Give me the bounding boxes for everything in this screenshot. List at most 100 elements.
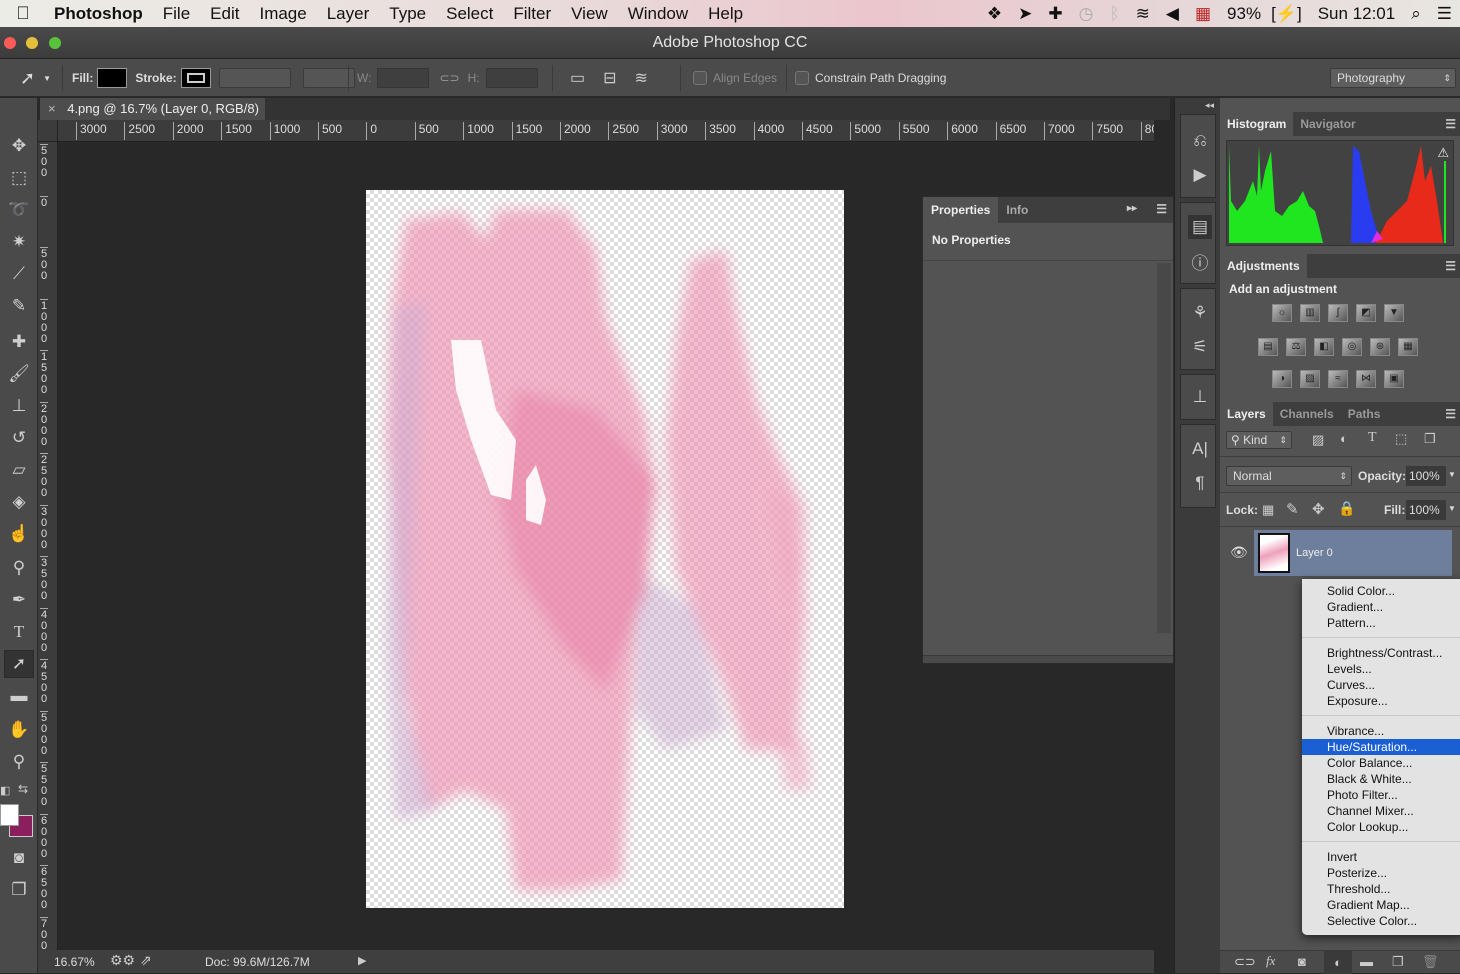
tab-properties[interactable]: Properties <box>923 197 999 223</box>
filter-type-icon[interactable]: T <box>1368 430 1377 446</box>
menu-item-channel-mixer[interactable]: Channel Mixer... <box>1302 803 1460 819</box>
filter-kind-dropdown[interactable]: ⚲ Kind ⇕ <box>1226 431 1292 449</box>
layer-name[interactable]: Layer 0 <box>1296 547 1333 559</box>
volume-icon[interactable]: ◀ <box>1158 4 1187 24</box>
histogram-menu-icon[interactable]: ☰ <box>1445 117 1456 131</box>
fill-input[interactable]: 100% <box>1406 500 1446 520</box>
menu-file[interactable]: File <box>153 4 200 24</box>
document-canvas[interactable] <box>366 190 844 908</box>
adjustments-menu-icon[interactable]: ☰ <box>1445 259 1456 273</box>
constrain-path-box[interactable] <box>795 71 809 85</box>
dropbox-icon[interactable]: ❖ <box>979 4 1010 24</box>
selective-color-icon[interactable]: ▣ <box>1384 370 1404 388</box>
menu-item-threshold[interactable]: Threshold... <box>1302 881 1460 897</box>
curves-icon[interactable]: ∫ <box>1328 304 1348 322</box>
paragraph-panel-icon[interactable]: ¶ <box>1188 471 1212 495</box>
crop-tool-icon[interactable]: ⟋ <box>4 260 34 288</box>
horizontal-ruler[interactable]: 3000 2500 2000 1500 1000 500 0 500 1000 1500 2000 2… <box>58 120 1154 142</box>
gradient-map-icon[interactable]: ⋈ <box>1356 370 1376 388</box>
menu-item-gradient-map[interactable]: Gradient Map... <box>1302 897 1460 913</box>
status-menu-arrow-icon[interactable]: ▶ <box>358 954 366 967</box>
zoom-tool-icon[interactable]: ⚲ <box>4 748 34 776</box>
document-tab[interactable]: × 4.png @ 16.7% (Layer 0, RGB/8) * <box>40 98 265 138</box>
close-tab-icon[interactable]: × <box>48 101 56 116</box>
align-edges-box[interactable] <box>693 71 707 85</box>
layer-style-fx-icon[interactable]: fx <box>1266 953 1275 969</box>
align-edges-checkbox[interactable]: Align Edges <box>693 59 777 97</box>
info-panel-icon[interactable]: ⓘ <box>1188 249 1212 273</box>
zoom-level[interactable]: 16.67% <box>54 955 95 969</box>
tab-info[interactable]: Info <box>998 197 1036 223</box>
menu-item-color-balance[interactable]: Color Balance... <box>1302 755 1460 771</box>
app-menu[interactable]: Photoshop <box>46 4 153 24</box>
spotlight-icon[interactable]: ⌕ <box>1403 4 1429 24</box>
vertical-ruler[interactable]: 5000500100015002000250030003500400045005… <box>38 142 58 950</box>
lasso-tool-icon[interactable]: ➰ <box>4 196 34 224</box>
color-balance-icon[interactable]: ⚖ <box>1286 338 1306 356</box>
swap-colors-icon[interactable]: ⇆ <box>18 782 28 796</box>
layers-menu-icon[interactable]: ☰ <box>1445 407 1456 421</box>
type-tool-icon[interactable]: T <box>4 618 34 646</box>
new-layer-icon[interactable]: ❐ <box>1392 954 1404 970</box>
minimize-window-button[interactable] <box>26 37 38 49</box>
menu-item-posterize[interactable]: Posterize... <box>1302 865 1460 881</box>
menu-item-exposure[interactable]: Exposure... <box>1302 693 1460 709</box>
stroke-width-dropdown[interactable] <box>218 68 291 88</box>
actions-panel-icon[interactable]: ▶ <box>1188 163 1212 187</box>
lock-pixels-icon[interactable]: ✎ <box>1286 500 1299 518</box>
history-panel-icon[interactable]: ⎌ <box>1188 129 1212 153</box>
menu-window[interactable]: Window <box>618 4 698 24</box>
battery-icon[interactable]: [⚡] <box>1263 4 1310 24</box>
threshold-icon[interactable]: ≈ <box>1328 370 1348 388</box>
visibility-eye-icon[interactable]: 👁 <box>1230 544 1248 561</box>
tool-preset-picker[interactable]: ➚ ▼ <box>20 59 51 97</box>
filter-adjustment-icon[interactable]: ◐ <box>1340 431 1348 446</box>
hue-saturation-icon[interactable]: ▤ <box>1258 338 1278 356</box>
menu-edit[interactable]: Edit <box>200 4 249 24</box>
move-tool-icon[interactable]: ✥ <box>4 132 34 160</box>
pen-tool-icon[interactable]: ✒ <box>4 586 34 614</box>
lock-position-icon[interactable]: ✥ <box>1312 500 1325 518</box>
height-input[interactable] <box>485 68 538 88</box>
menu-item-pattern[interactable]: Pattern... <box>1302 615 1460 631</box>
hand-tool-icon[interactable]: ✋ <box>4 716 34 744</box>
cache-warning-icon[interactable]: ⚠ <box>1437 145 1449 161</box>
eyedropper-tool-icon[interactable]: ✎ <box>4 292 34 320</box>
foreground-color-swatch[interactable] <box>0 804 19 826</box>
collapse-panel-icon[interactable]: ▸▸ <box>1127 203 1137 214</box>
clock[interactable]: Sun 12:01 <box>1310 4 1404 24</box>
width-input[interactable] <box>377 68 430 88</box>
collapse-dock-icon[interactable]: ◂◂ <box>1205 100 1214 111</box>
vibrance-icon[interactable]: ▼ <box>1384 304 1404 322</box>
tab-adjustments[interactable]: Adjustments <box>1220 254 1307 278</box>
ruler-origin[interactable] <box>38 120 58 142</box>
paint-bucket-tool-icon[interactable]: ◈ <box>4 488 34 516</box>
filter-shape-icon[interactable]: ⬚ <box>1395 431 1407 447</box>
fill-dropdown-icon[interactable]: ▼ <box>1448 504 1456 513</box>
menu-view[interactable]: View <box>561 4 618 24</box>
color-lookup-icon[interactable]: ▦ <box>1398 338 1418 356</box>
gpu-icon[interactable]: ⚙⚙ <box>110 952 135 969</box>
stroke-type-dropdown[interactable] <box>302 68 355 88</box>
black-white-icon[interactable]: ◧ <box>1314 338 1334 356</box>
resize-handle[interactable] <box>923 655 1173 663</box>
screen-mode-icon[interactable]: ❐ <box>4 876 34 904</box>
eraser-tool-icon[interactable]: ▱ <box>4 456 34 484</box>
path-arrangement-icon[interactable]: ≋ <box>635 68 648 88</box>
menu-item-gradient[interactable]: Gradient... <box>1302 599 1460 615</box>
blend-mode-dropdown[interactable]: Normal ⇕ <box>1226 466 1352 486</box>
filter-smart-object-icon[interactable]: ❐ <box>1424 431 1436 447</box>
telegram-icon[interactable]: ➤ <box>1010 4 1040 24</box>
fill-swatch[interactable] <box>97 68 128 88</box>
channel-mixer-icon[interactable]: ⊛ <box>1370 338 1390 356</box>
menu-item-color-lookup[interactable]: Color Lookup... <box>1302 819 1460 835</box>
time-machine-icon[interactable]: ◷ <box>1071 4 1102 24</box>
smudge-tool-icon[interactable]: ☝ <box>4 520 34 548</box>
close-window-button[interactable] <box>4 37 16 49</box>
posterize-icon[interactable]: ▨ <box>1300 370 1320 388</box>
opacity-input[interactable]: 100% <box>1406 466 1446 486</box>
adjustment-layer-icon[interactable]: ◐ <box>1324 951 1352 974</box>
tab-histogram[interactable]: Histogram <box>1220 112 1294 136</box>
path-selection-tool-icon[interactable]: ➚ <box>4 650 34 678</box>
link-layers-icon[interactable]: ⊂⊃ <box>1234 954 1256 970</box>
